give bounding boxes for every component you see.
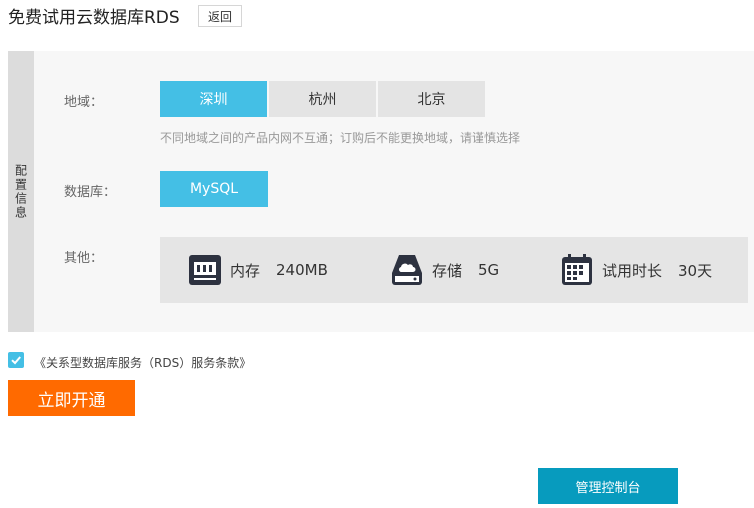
region-hint: 不同地域之间的产品内网不互通；订购后不能更换地域，请谨慎选择 <box>160 131 521 145</box>
spec-duration: 试用时长 30天 <box>560 250 712 290</box>
check-icon <box>11 356 21 365</box>
spec-memory-value: 240MB <box>276 261 328 279</box>
console-button[interactable]: 管理控制台 <box>538 468 678 504</box>
page-title: 免费试用云数据库RDS <box>8 8 180 28</box>
open-now-button[interactable]: 立即开通 <box>8 380 135 416</box>
region-option-shenzhen[interactable]: 深圳 <box>160 81 267 117</box>
database-option-mysql[interactable]: MySQL <box>160 171 268 207</box>
others-label: 其他： <box>64 251 104 266</box>
spec-memory: 内存 240MB <box>188 250 328 290</box>
config-side-tab: 配置信息 <box>8 51 34 332</box>
region-label: 地域： <box>64 95 104 110</box>
spec-duration-name: 试用时长 <box>602 261 663 280</box>
back-button[interactable]: 返回 <box>198 5 242 27</box>
region-option-beijing[interactable]: 北京 <box>378 81 485 117</box>
region-option-hangzhou[interactable]: 杭州 <box>269 81 376 117</box>
spec-storage: 存储 5G <box>390 250 499 290</box>
config-side-label: 配置信息 <box>13 163 28 220</box>
calendar-icon <box>560 253 594 287</box>
terms-link[interactable]: 《关系型数据库服务（RDS）服务条款》 <box>34 354 251 371</box>
spec-duration-value: 30天 <box>678 261 713 280</box>
terms-checkbox[interactable] <box>8 352 24 368</box>
memory-icon <box>188 253 222 287</box>
spec-storage-name: 存储 <box>432 261 463 280</box>
spec-storage-value: 5G <box>478 261 500 279</box>
spec-memory-name: 内存 <box>230 261 261 280</box>
database-label: 数据库： <box>64 185 117 200</box>
storage-icon <box>390 253 424 287</box>
